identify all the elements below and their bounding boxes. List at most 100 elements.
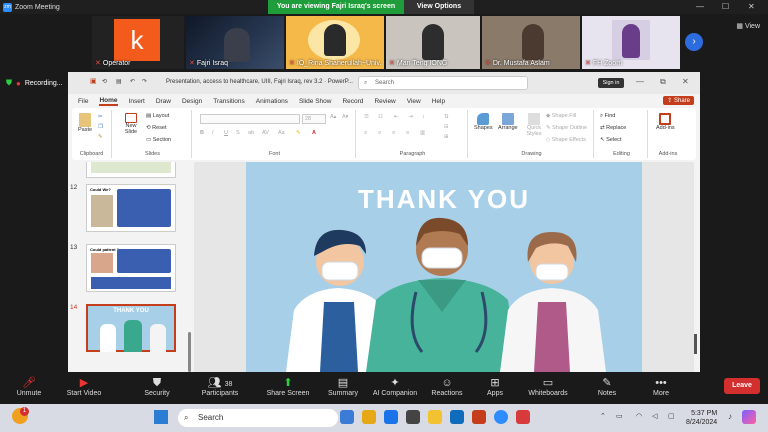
text-direction-icon[interactable]: ⇅ — [444, 114, 449, 120]
slide-thumbnail[interactable]: Could We? — [86, 184, 176, 232]
copy-icon[interactable]: ❐ — [98, 124, 103, 130]
section-button[interactable]: ▭ Section — [146, 137, 171, 143]
edge-icon[interactable] — [384, 410, 398, 424]
bold-icon[interactable]: B — [200, 130, 204, 136]
view-button[interactable]: ▦ View — [736, 22, 760, 30]
tray-icon[interactable]: ▢ — [668, 412, 675, 420]
align-center-icon[interactable]: ≡ — [378, 130, 381, 136]
chrome-icon[interactable] — [362, 410, 376, 424]
increase-indent-icon[interactable]: ⇥ — [408, 114, 413, 120]
tab-record[interactable]: Record — [342, 98, 363, 105]
volume-icon[interactable]: ◁ — [652, 412, 657, 420]
replace-button[interactable]: ⇄ Replace — [600, 125, 626, 131]
browser-icon[interactable] — [340, 410, 354, 424]
shadow-icon[interactable]: S — [236, 130, 240, 136]
reactions-button[interactable]: ☺ Reactions — [430, 376, 464, 397]
tab-design[interactable]: Design — [182, 98, 202, 105]
share-button[interactable]: ⇪ Share — [663, 96, 694, 105]
paste-button[interactable]: Paste — [78, 113, 92, 133]
tab-slide-show[interactable]: Slide Show — [299, 98, 332, 105]
align-text-icon[interactable]: ⊟ — [444, 124, 449, 130]
slide[interactable]: THANK YOU — [246, 162, 642, 372]
whiteboards-button[interactable]: ▭ Whiteboards — [526, 376, 570, 397]
align-right-icon[interactable]: ≡ — [392, 130, 395, 136]
chevron-up-icon[interactable]: ⌃ — [600, 412, 606, 420]
numbering-icon[interactable]: ☷ — [378, 114, 383, 120]
store-icon[interactable] — [406, 410, 420, 424]
line-spacing-icon[interactable]: ↕ — [422, 114, 425, 120]
strikethrough-icon[interactable]: ab — [248, 130, 254, 136]
share-screen-button[interactable]: ⬆ Share Screen — [264, 376, 312, 397]
leave-button[interactable]: Leave — [724, 378, 760, 394]
find-button[interactable]: ⌕ Find — [600, 113, 615, 120]
more-button[interactable]: ••• More — [650, 376, 672, 397]
new-slide-button[interactable]: New Slide — [120, 113, 142, 135]
thumbnails-scrollbar[interactable] — [188, 332, 191, 372]
shape-effects-button[interactable]: ◇ Shape Effects — [546, 137, 586, 143]
tab-home[interactable]: Home — [99, 97, 118, 106]
outlook-icon[interactable] — [450, 410, 464, 424]
notification-bell-icon[interactable]: ♪ — [728, 412, 732, 421]
addins-button[interactable]: Add-ins — [656, 113, 675, 131]
slide-scrollbar[interactable] — [694, 334, 697, 354]
highlight-icon[interactable]: ✎ — [296, 130, 301, 136]
participant-tile[interactable]: ✕ Man Teng IONG — [386, 16, 480, 69]
minimize-icon[interactable]: — — [696, 2, 704, 11]
file-explorer-icon[interactable] — [428, 410, 442, 424]
increase-font-icon[interactable]: A▴ — [330, 114, 336, 120]
tab-draw[interactable]: Draw — [156, 98, 171, 105]
tab-help[interactable]: Help — [432, 98, 445, 105]
shapes-button[interactable]: Shapes — [474, 113, 493, 131]
start-video-button[interactable]: ▶︎ Start Video — [64, 376, 104, 397]
font-name-field[interactable] — [200, 114, 300, 124]
arrange-button[interactable]: Arrange — [498, 113, 518, 131]
tab-view[interactable]: View — [407, 98, 421, 105]
slide-thumbnail-selected[interactable]: THANK YOU — [86, 304, 176, 352]
copilot-icon[interactable] — [742, 410, 756, 424]
summary-button[interactable]: ▤ Summary — [326, 376, 360, 397]
bullets-icon[interactable]: ☰ — [364, 114, 369, 120]
decrease-indent-icon[interactable]: ⇤ — [394, 114, 399, 120]
smartart-icon[interactable]: ⊞ — [444, 134, 449, 140]
decrease-font-icon[interactable]: A▾ — [342, 114, 348, 120]
columns-icon[interactable]: ▥ — [420, 130, 425, 136]
participant-tile[interactable]: ✕ Fajri Israq — [186, 16, 284, 69]
participant-tile[interactable]: ✕ IO_Rina Shaherullah~Univ. — [286, 16, 384, 69]
view-options-button[interactable]: View Options — [404, 0, 474, 14]
taskbar-search[interactable]: ⌕ Search — [178, 409, 338, 427]
tab-transitions[interactable]: Transitions — [213, 98, 245, 105]
media-icon[interactable] — [516, 410, 530, 424]
tab-review[interactable]: Review — [374, 98, 395, 105]
wifi-icon[interactable]: ◠ — [636, 412, 642, 420]
tab-animations[interactable]: Animations — [256, 98, 288, 105]
security-button[interactable]: ⛊ Security — [140, 376, 174, 397]
redo-icon[interactable]: ↷ — [142, 78, 147, 85]
notes-button[interactable]: ✎ Notes — [596, 376, 618, 397]
clock[interactable]: 5:37 PM 8/24/2024 — [686, 409, 717, 427]
ppt-close-icon[interactable]: ✕ — [682, 77, 689, 86]
underline-icon[interactable]: U — [224, 130, 228, 136]
autosave-icon[interactable]: ⟲ — [102, 78, 107, 85]
slide-thumbnail[interactable] — [86, 162, 176, 178]
justify-icon[interactable]: ≡ — [406, 130, 409, 136]
slide-thumbnail[interactable]: Could patient ? — [86, 244, 176, 292]
participant-tile[interactable]: k ✕ Operator — [92, 16, 184, 69]
battery-icon[interactable]: ▭ — [616, 412, 623, 420]
close-icon[interactable]: ✕ — [748, 2, 755, 11]
select-button[interactable]: ↖ Select — [600, 137, 621, 143]
undo-icon[interactable]: ↶ — [130, 78, 135, 85]
shape-outline-button[interactable]: ✎ Shape Outline — [546, 125, 587, 131]
participant-tile[interactable]: ✕ FH Zoom — [582, 16, 680, 69]
powerpoint-icon[interactable] — [472, 410, 486, 424]
quick-styles-button[interactable]: Quick Styles — [524, 113, 544, 137]
participant-tile[interactable]: ✕ Dr. Mustafa Aslam — [482, 16, 580, 69]
next-page-button[interactable]: › — [685, 33, 703, 51]
font-color-icon[interactable]: A — [312, 130, 316, 136]
unmute-button[interactable]: 🎤︎ Unmute — [14, 376, 44, 397]
participants-button[interactable]: 👥︎ 38 Participants — [198, 376, 242, 397]
save-icon[interactable]: ▤ — [116, 78, 122, 85]
maximize-icon[interactable]: ☐ — [722, 2, 729, 11]
reset-button[interactable]: ⟲ Reset — [146, 125, 167, 131]
cut-icon[interactable]: ✂ — [98, 114, 103, 120]
ppt-minimize-icon[interactable]: — — [636, 77, 644, 86]
